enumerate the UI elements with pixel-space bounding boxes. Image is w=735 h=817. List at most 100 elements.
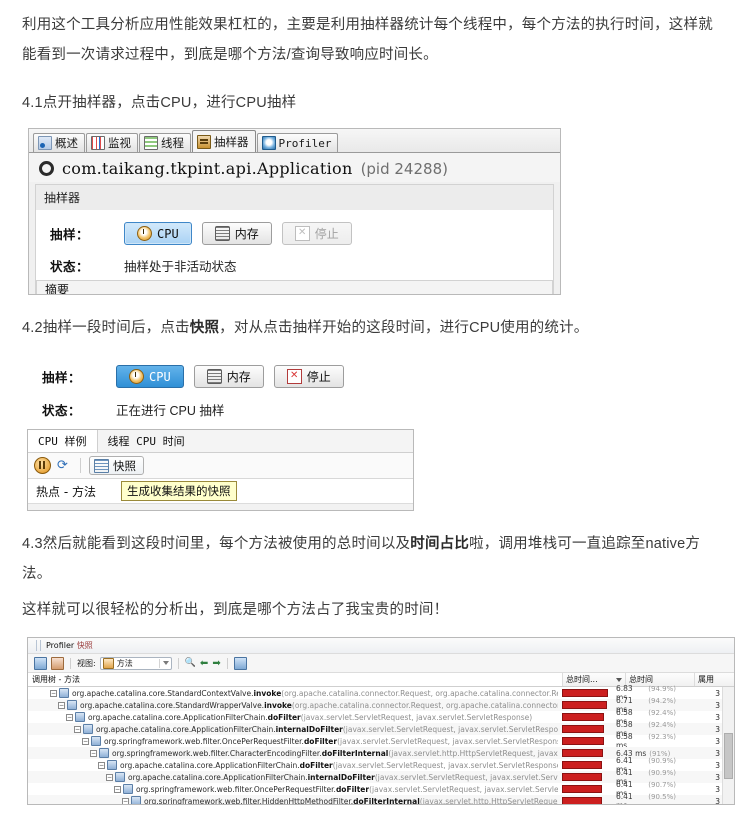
self-time-bar-cell [558, 761, 614, 769]
tree-expander-icon[interactable]: − [58, 701, 65, 709]
sample-row-active: 抽样： CPU 内存 ✕ 停止 [28, 365, 418, 388]
tab-profiler[interactable]: Profiler [256, 133, 339, 152]
table-row[interactable]: − org.springframework.web.filter.OncePerR… [28, 735, 558, 747]
export-icon[interactable] [233, 656, 247, 670]
memory-sample-button-active[interactable]: 内存 [193, 365, 264, 388]
tab-overview[interactable]: 概述 [33, 133, 85, 152]
article-page: 利用这个工具分析应用性能效果杠杠的，主要是利用抽样器统计每个线程中，每个方法的执… [0, 0, 735, 817]
table-row[interactable]: − org.springframework.web.filter.Characte… [28, 747, 558, 759]
back-arrow-icon[interactable]: ⬅ [200, 658, 208, 669]
method-node-icon [83, 724, 93, 734]
method-arguments: (javax.servlet.ServletRequest, javax.ser… [342, 724, 558, 734]
tree-expander-icon[interactable]: − [98, 761, 105, 769]
method-class-name: org.springframework.web.filter.OncePerRe… [136, 784, 336, 794]
method-class-name: org.apache.catalina.core.ApplicationFilt… [96, 724, 276, 734]
tab-cpu-samples[interactable]: CPU 样例 [28, 430, 98, 452]
toolbar-separator [80, 458, 81, 473]
view-label: 视图: [77, 658, 96, 668]
cpu-sample-label-active: CPU [149, 369, 171, 384]
tree-expander-icon[interactable]: − [90, 749, 97, 757]
call-tree-column[interactable]: − org.apache.catalina.core.StandardContex… [28, 687, 558, 805]
table-row[interactable]: − org.springframework.web.filter.HiddenHt… [28, 795, 558, 805]
self-time-bar [562, 749, 603, 757]
metric-row: 6.58 ms (92.3%) 3 [558, 732, 734, 750]
heading-4-3-emphasis: 时间占比 [410, 536, 470, 552]
tree-expander-icon[interactable]: − [82, 737, 89, 745]
tree-expander-icon[interactable]: − [106, 773, 113, 781]
call-tree-column-label: 调用树 - 方法 [32, 675, 80, 684]
tree-expander-icon[interactable]: − [50, 689, 57, 697]
table-row[interactable]: − org.apache.catalina.core.ApplicationFil… [28, 759, 558, 771]
tab-threads[interactable]: 线程 [139, 133, 191, 152]
snapshot-button[interactable]: 快照 [89, 456, 144, 475]
tab-sampler-label: 抽样器 [214, 134, 249, 149]
memory-sample-button[interactable]: 内存 [201, 222, 272, 245]
pause-icon[interactable] [34, 457, 51, 474]
self-time-bar-cell [558, 785, 614, 793]
invocations-column-header[interactable]: 属用 [694, 673, 734, 686]
method-name: doFilterInternal [321, 748, 389, 758]
forward-arrow-icon[interactable]: ➡ [212, 658, 220, 669]
memory-sample-label: 内存 [234, 227, 259, 241]
overview-icon [38, 136, 52, 150]
table-row[interactable]: − org.apache.catalina.core.ApplicationFil… [28, 723, 558, 735]
toolbar-separator-3 [226, 657, 228, 669]
total-time-percent: (92.4%) [648, 709, 676, 717]
closing-paragraph: 这样就可以很轻松的分析出，到底是哪个方法占了我宝贵的时间！ [22, 602, 449, 618]
cpu-clock-icon [129, 369, 144, 384]
vertical-scrollbar[interactable] [722, 687, 734, 804]
save-snapshot-icon[interactable] [34, 656, 47, 670]
refresh-icon[interactable]: ⟳ [57, 458, 72, 473]
tab-monitor[interactable]: 监视 [86, 133, 138, 152]
tree-expander-icon[interactable]: − [74, 725, 81, 733]
sample-row: 抽样： CPU 内存 ✕ 停止 [36, 222, 553, 245]
sample-label: 抽样： [50, 227, 90, 242]
sample-button-group-active: CPU 内存 ✕ 停止 [116, 365, 344, 388]
self-time-bar-cell [558, 725, 614, 733]
export-snapshot-icon[interactable] [51, 656, 64, 670]
total-time-cell: 6.34 ms(89.8%) [614, 804, 676, 805]
total-time-percent: (94.9%) [648, 685, 676, 693]
tab-threads-label: 线程 [161, 136, 184, 150]
table-row[interactable]: − org.springframework.web.filter.OncePerR… [28, 783, 558, 795]
tree-expander-icon[interactable]: − [114, 785, 121, 793]
method-class-name: org.springframework.web.filter.OncePerRe… [104, 736, 304, 746]
memory-chip-icon [214, 226, 230, 241]
call-tree-column-header[interactable]: 调用树 - 方法 [28, 673, 562, 686]
intro-section: 利用这个工具分析应用性能效果杠杠的，主要是利用抽样器统计每个线程中，每个方法的执… [0, 10, 735, 70]
sampler-section-title: 抽样器 [35, 184, 554, 210]
cpu-sample-button[interactable]: CPU [124, 222, 192, 245]
snapshot-button-label: 快照 [113, 458, 136, 473]
status-value: 抽样处于非活动状态 [124, 259, 237, 274]
method-class-name: org.apache.catalina.core.ApplicationFilt… [128, 772, 308, 782]
method-arguments: (org.apache.catalina.connector.Request, … [281, 688, 558, 698]
self-time-bar-cell [558, 737, 614, 745]
table-row[interactable]: − org.apache.catalina.core.ApplicationFil… [28, 711, 558, 723]
hotspots-header-row: 热点 - 方法 生成收集结果的快照 [28, 479, 413, 503]
visualvm-sampler-screenshot: 概述 监视 线程 抽样器 Profiler com.taikang.tkpint… [28, 128, 561, 295]
tab-overview-label: 概述 [55, 136, 78, 150]
method-arguments: (org.apache.catalina.connector.Request, … [291, 700, 558, 710]
tab-sampler[interactable]: 抽样器 [192, 130, 256, 152]
table-row[interactable]: − org.apache.catalina.core.StandardContex… [28, 687, 558, 699]
scrollbar-thumb[interactable] [724, 733, 733, 779]
stop-sample-button-active[interactable]: ✕ 停止 [273, 365, 344, 388]
method-name: doFilter [335, 784, 370, 794]
cpu-sample-button-active[interactable]: CPU [116, 365, 184, 388]
tree-expander-icon[interactable]: − [122, 797, 129, 804]
heading-4-2-emphasis: 快照 [189, 320, 220, 336]
toolbar-separator [70, 657, 71, 669]
tab-thread-cpu-time[interactable]: 线程 CPU 时间 [97, 430, 195, 452]
self-time-bar-cell [558, 749, 614, 757]
view-select[interactable]: 方法 [99, 656, 172, 670]
method-arguments: (javax.servlet.http.HttpServletRequest, … [419, 796, 558, 805]
method-node-icon [75, 712, 85, 722]
status-value-active: 正在进行 CPU 抽样 [116, 404, 225, 418]
cpu-panel-toolbar: ⟳ 快照 [28, 453, 413, 479]
total-time-percent: (92.3%) [648, 733, 676, 741]
search-icon[interactable]: 🔍 [185, 658, 196, 668]
table-row[interactable]: − org.apache.catalina.core.StandardWrappe… [28, 699, 558, 711]
table-row[interactable]: − org.apache.catalina.core.ApplicationFil… [28, 771, 558, 783]
tree-expander-icon[interactable]: − [66, 713, 73, 721]
profiler-icon [261, 136, 276, 150]
